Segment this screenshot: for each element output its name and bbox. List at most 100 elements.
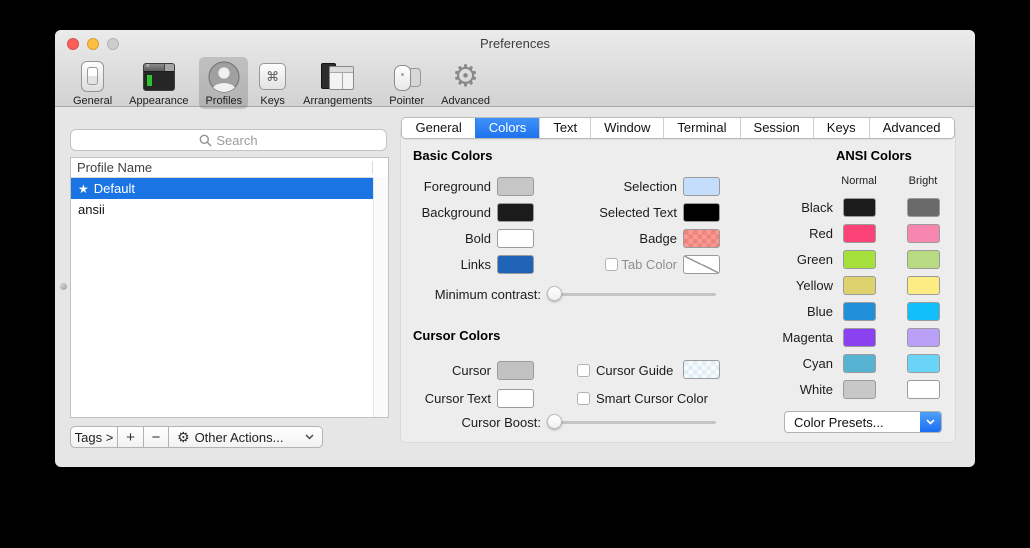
remove-profile-button[interactable]: − [144, 426, 169, 448]
color-row: Tab Color [551, 251, 720, 277]
toolbar-item-arrangements[interactable]: Arrangements [297, 57, 378, 109]
tab-colors[interactable]: Colors [475, 118, 540, 138]
slider-knob[interactable] [547, 286, 562, 301]
tab-window[interactable]: Window [590, 118, 663, 138]
profile-list-header[interactable]: Profile Name [71, 158, 388, 178]
badge-color-well[interactable] [683, 229, 720, 248]
ansi-row-black: Black [736, 194, 940, 220]
color-presets-dropdown[interactable]: Color Presets... [784, 411, 942, 433]
command-key-icon: ⌘ [259, 59, 286, 94]
basic-colors-title: Basic Colors [413, 148, 492, 163]
profiles-scrollbar[interactable] [373, 177, 388, 417]
preferences-window: Preferences General × Appearance [55, 30, 975, 467]
tags-button[interactable]: Tags > [70, 426, 118, 448]
tab-general[interactable]: General [402, 118, 474, 138]
basic-colors-right-column: Selection Selected Text Badge Tab Color [551, 173, 720, 277]
cursor-text-color-well[interactable] [497, 389, 534, 408]
color-row: Background [403, 199, 534, 225]
panes-icon [321, 59, 354, 94]
add-profile-button[interactable]: + [118, 426, 144, 448]
ansi-row-cyan: Cyan [736, 350, 940, 376]
window-icon: × [143, 59, 175, 94]
ansi-bright-swatch[interactable] [907, 302, 940, 321]
color-row: Cursor Text [403, 384, 534, 412]
toolbar-item-keys[interactable]: ⌘ Keys [253, 57, 292, 109]
ansi-normal-swatch[interactable] [843, 328, 876, 347]
color-row: Links [403, 251, 534, 277]
switch-icon [81, 59, 104, 94]
slider-knob[interactable] [547, 414, 562, 429]
search-icon [199, 134, 212, 147]
cursor-colors-title: Cursor Colors [413, 328, 500, 343]
ansi-normal-swatch[interactable] [843, 380, 876, 399]
tab-session[interactable]: Session [740, 118, 813, 138]
ansi-normal-swatch[interactable] [843, 354, 876, 373]
toolbar-item-pointer[interactable]: Pointer [383, 57, 430, 109]
cursor-boost-slider[interactable] [547, 414, 716, 430]
selection-color-well[interactable] [683, 177, 720, 196]
search-input[interactable]: Search [70, 129, 387, 151]
dropdown-arrow-button[interactable] [920, 412, 941, 432]
smart-cursor-color-checkbox[interactable] [577, 392, 590, 405]
ansi-row-green: Green [736, 246, 940, 272]
selected-text-color-well[interactable] [683, 203, 720, 222]
ansi-bright-swatch[interactable] [907, 250, 940, 269]
titlebar-toolbar: Preferences General × Appearance [55, 30, 975, 107]
ansi-bright-header: Bright [909, 175, 938, 187]
ansi-bright-swatch[interactable] [907, 354, 940, 373]
cursor-guide-checkbox[interactable] [577, 364, 590, 377]
header-column-separator [372, 161, 373, 174]
mouse-icon [392, 59, 422, 94]
ansi-bright-swatch[interactable] [907, 276, 940, 295]
star-icon: ★ [78, 182, 89, 196]
bold-color-well[interactable] [497, 229, 534, 248]
ansi-bright-swatch[interactable] [907, 328, 940, 347]
toolbar-item-profiles[interactable]: Profiles [199, 57, 248, 109]
color-row: Cursor [403, 356, 534, 384]
toolbar-item-appearance[interactable]: × Appearance [123, 57, 194, 109]
toolbar-item-general[interactable]: General [67, 57, 118, 109]
background-color-well[interactable] [497, 203, 534, 222]
ansi-normal-swatch[interactable] [843, 302, 876, 321]
minimum-contrast-slider[interactable] [547, 286, 716, 302]
toolbar-item-advanced[interactable]: ⚙ Advanced [435, 57, 496, 109]
basic-colors-left-column: Foreground Background Bold Links [403, 173, 534, 277]
gear-icon: ⚙ [452, 59, 479, 94]
cursor-color-well[interactable] [497, 361, 534, 380]
profile-name: Default [94, 181, 135, 196]
tab-keys[interactable]: Keys [813, 118, 869, 138]
ansi-normal-swatch[interactable] [843, 250, 876, 269]
minimum-contrast-row: Minimum contrast: [401, 281, 716, 307]
cursor-guide-color-well[interactable] [683, 360, 720, 379]
color-row: Selection [551, 173, 720, 199]
cursor-colors-left-column: Cursor Cursor Text [403, 356, 534, 412]
other-actions-button[interactable]: ⚙ Other Actions... [169, 426, 323, 448]
ansi-normal-swatch[interactable] [843, 276, 876, 295]
window-title: Preferences [55, 36, 975, 51]
ansi-colors-title: ANSI Colors [836, 148, 912, 163]
chevron-down-icon [305, 434, 314, 440]
tab-terminal[interactable]: Terminal [663, 118, 739, 138]
tab-text[interactable]: Text [539, 118, 590, 138]
profile-row-ansii[interactable]: ansii [71, 199, 373, 220]
tab-color-well[interactable] [683, 255, 720, 274]
ansi-colors-grid: Black Red Green Yellow [736, 194, 940, 402]
tab-color-checkbox[interactable] [605, 258, 618, 271]
tab-advanced[interactable]: Advanced [869, 118, 954, 138]
ansi-normal-header: Normal [841, 175, 876, 187]
smart-cursor-color-row: Smart Cursor Color [577, 384, 708, 412]
ansi-bright-swatch[interactable] [907, 224, 940, 243]
ansi-bright-swatch[interactable] [907, 198, 940, 217]
ansi-normal-swatch[interactable] [843, 224, 876, 243]
ansi-row-red: Red [736, 220, 940, 246]
color-row: Badge [551, 225, 720, 251]
ansi-bright-swatch[interactable] [907, 380, 940, 399]
profile-row-default[interactable]: ★ Default [71, 178, 373, 199]
cursor-guide-row: Cursor Guide [577, 356, 673, 384]
preferences-toolbar: General × Appearance [67, 57, 496, 109]
profile-actions-bar: Tags > + − ⚙ Other Actions... [70, 426, 323, 448]
profile-tabs: General Colors Text Window Terminal Sess… [400, 117, 956, 139]
links-color-well[interactable] [497, 255, 534, 274]
ansi-normal-swatch[interactable] [843, 198, 876, 217]
foreground-color-well[interactable] [497, 177, 534, 196]
